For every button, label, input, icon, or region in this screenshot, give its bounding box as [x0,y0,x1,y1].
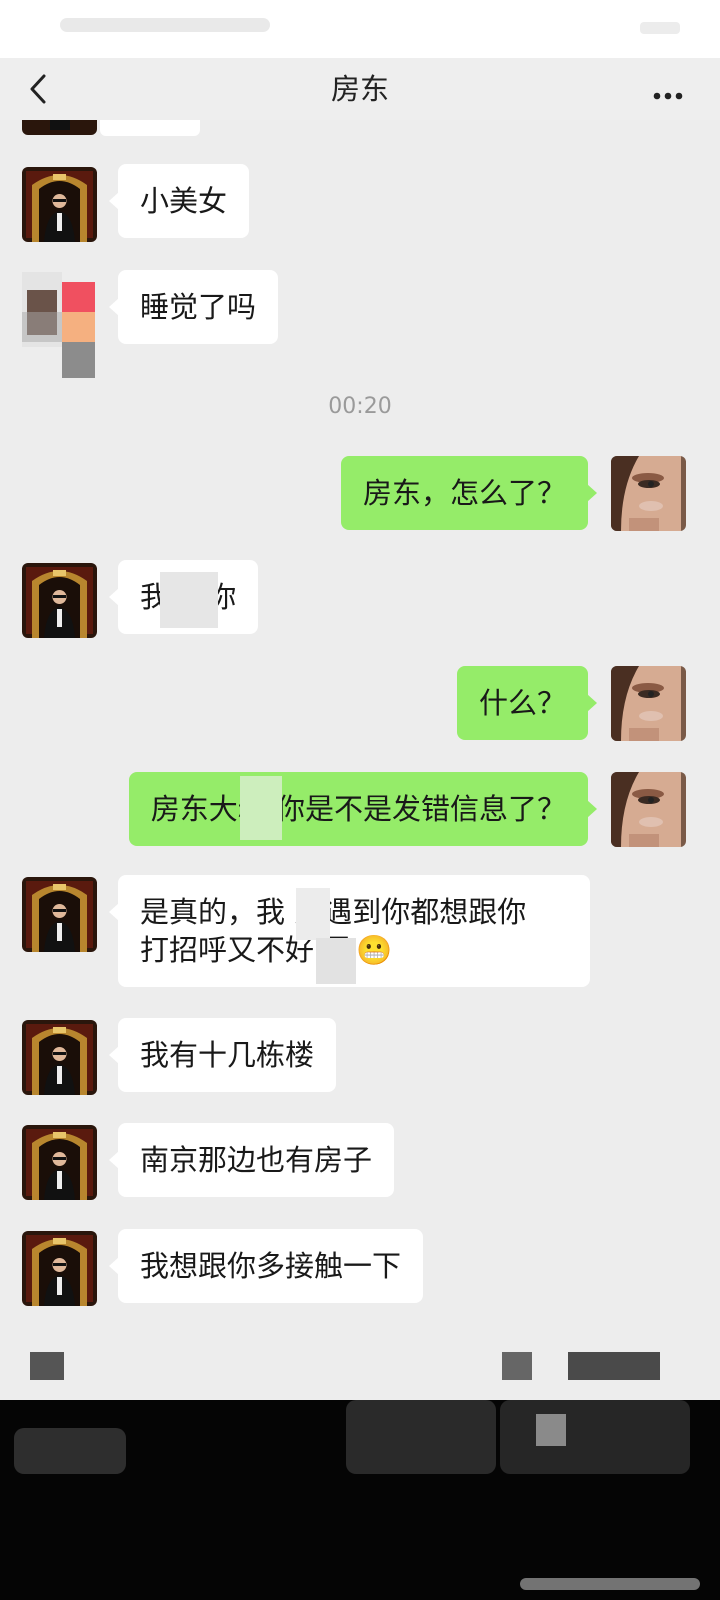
message-bubble-incoming[interactable]: 南京那边也有房子 [108,1123,395,1197]
mosaic-redaction [502,1352,532,1380]
landlord-avatar[interactable] [22,167,97,242]
mosaic-redaction [536,1414,566,1446]
landlord-avatar[interactable] [22,563,97,638]
message-bubble-outgoing[interactable]: 房东，怎么了？ [340,456,598,530]
partial-message-bubble [100,120,200,136]
message-bubble-outgoing[interactable]: 房东大叔 你是不是发错信息了？ [128,772,598,846]
landlord-avatar[interactable] [22,877,97,952]
mosaic-redaction [568,1352,660,1380]
mosaic-redaction [316,938,356,984]
mosaic-redaction [30,1352,64,1380]
my-avatar[interactable] [611,456,686,531]
status-bar-blurred-info [60,18,270,32]
battery-icon [640,22,680,34]
message-timestamp: 00:20 [328,394,392,419]
grimace-emoji-icon: 😬 [356,933,393,967]
chat-area[interactable]: 小美女 睡觉了吗 00:20 房东，怎么了？ 我 什么？ 房东大叔 你是不是发错… [0,120,720,1400]
chat-header: 房东 [0,58,720,120]
more-button[interactable] [640,66,696,112]
input-bar-redacted [0,1400,720,1600]
my-avatar[interactable] [611,772,686,847]
mosaic-redaction [500,1400,690,1474]
status-bar [0,0,720,58]
message-bubble-outgoing[interactable]: 什么？ [456,666,598,740]
mosaic-redaction [296,888,330,940]
mosaic-redaction [160,572,218,628]
my-avatar[interactable] [611,666,686,741]
mosaic-redaction [346,1400,496,1474]
landlord-avatar[interactable] [22,1020,97,1095]
message-bubble-incoming[interactable]: 我有十几栋楼 [108,1018,337,1092]
ellipsis-icon [653,92,683,100]
message-bubble-incoming[interactable]: 我想跟你多接触一下 [108,1229,424,1303]
message-bubble-incoming[interactable]: 小美女 [108,164,250,238]
message-bubble-incoming[interactable]: 睡觉了吗 [108,270,279,344]
landlord-avatar[interactable] [22,1231,97,1306]
watermark [520,1578,700,1590]
chat-title: 房东 [330,72,389,106]
mosaic-redaction [14,1428,126,1474]
landlord-avatar[interactable] [22,1125,97,1200]
landlord-avatar-pixelated[interactable] [22,272,97,378]
message-line: 是真的，我 天遇到你都想跟你 [140,895,527,929]
landlord-avatar[interactable] [22,120,97,135]
mosaic-redaction [240,776,282,840]
